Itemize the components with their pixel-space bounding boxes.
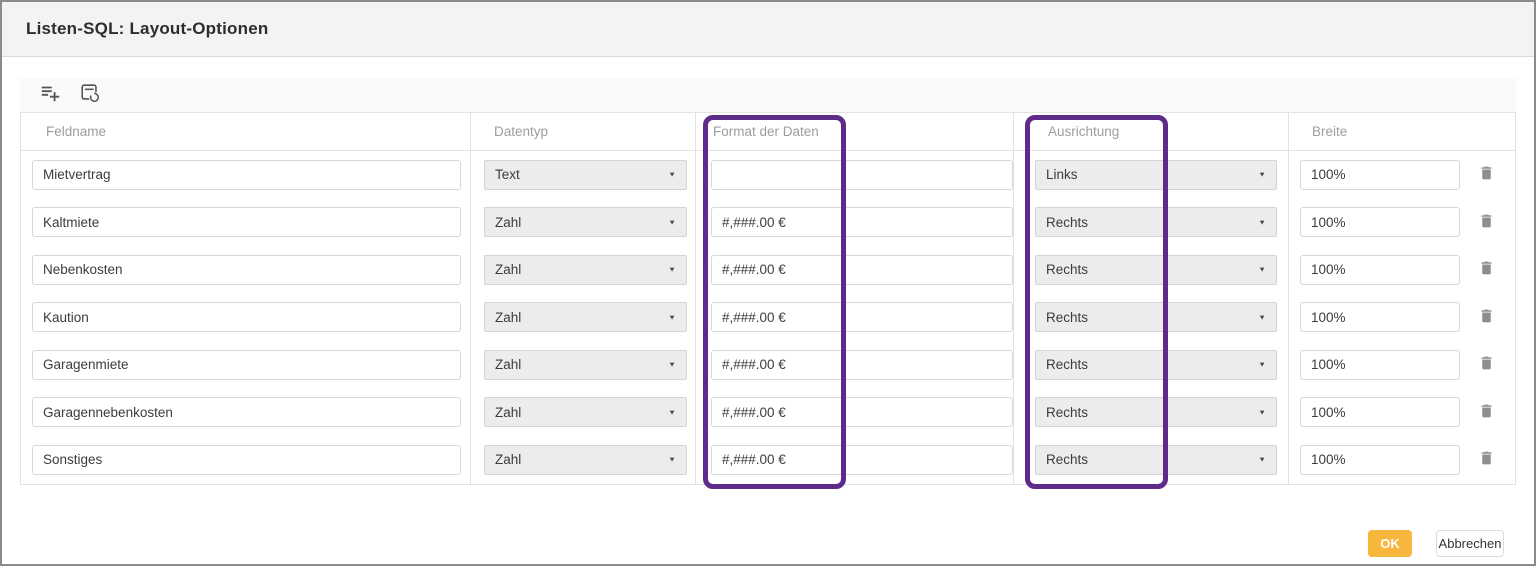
ausrichtung-select[interactable]: Rechts ▼ xyxy=(1035,302,1277,332)
layout-options-table: Feldname Datentyp Format der Daten Ausri… xyxy=(20,112,1516,485)
dialog-titlebar: Listen-SQL: Layout-Optionen xyxy=(2,2,1534,57)
table-row: Text ▼ Links ▼ xyxy=(21,151,1515,199)
datentyp-select[interactable]: Zahl ▼ xyxy=(484,350,687,380)
chevron-down-icon: ▼ xyxy=(668,266,676,274)
breite-input[interactable] xyxy=(1300,255,1460,285)
chevron-down-icon: ▼ xyxy=(668,456,676,464)
dialog-window: Listen-SQL: Layout-Optionen xyxy=(0,0,1536,566)
reset-layout-icon xyxy=(79,82,101,109)
breite-input[interactable] xyxy=(1300,445,1460,475)
column-header-format: Format der Daten xyxy=(696,113,1014,150)
feldname-input[interactable] xyxy=(32,207,461,237)
reset-layout-button[interactable] xyxy=(78,83,102,107)
table-row: Zahl ▼ Rechts ▼ xyxy=(21,341,1515,389)
ausrichtung-select[interactable]: Rechts ▼ xyxy=(1035,207,1277,237)
feldname-input[interactable] xyxy=(32,445,461,475)
delete-row-button[interactable] xyxy=(1475,210,1497,234)
datentyp-select[interactable]: Zahl ▼ xyxy=(484,302,687,332)
breite-input[interactable] xyxy=(1300,160,1460,190)
format-input[interactable] xyxy=(711,350,1013,380)
delete-row-button[interactable] xyxy=(1475,163,1497,187)
delete-row-button[interactable] xyxy=(1475,353,1497,377)
delete-row-button[interactable] xyxy=(1475,258,1497,282)
delete-row-button[interactable] xyxy=(1475,448,1497,472)
column-header-ausrichtung: Ausrichtung xyxy=(1014,113,1289,150)
table-row: Zahl ▼ Rechts ▼ xyxy=(21,294,1515,342)
trash-icon xyxy=(1478,401,1495,424)
trash-icon xyxy=(1478,306,1495,329)
chevron-down-icon: ▼ xyxy=(1258,361,1266,369)
trash-icon xyxy=(1478,163,1495,186)
table-row: Zahl ▼ Rechts ▼ xyxy=(21,246,1515,294)
chevron-down-icon: ▼ xyxy=(1258,266,1266,274)
ok-button[interactable]: OK xyxy=(1368,530,1412,557)
toolbar xyxy=(20,78,1516,112)
column-header-breite: Breite xyxy=(1289,113,1515,150)
chevron-down-icon: ▼ xyxy=(1258,456,1266,464)
feldname-input[interactable] xyxy=(32,255,461,285)
chevron-down-icon: ▼ xyxy=(668,218,676,226)
delete-row-button[interactable] xyxy=(1475,305,1497,329)
trash-icon xyxy=(1478,258,1495,281)
ausrichtung-select[interactable]: Rechts ▼ xyxy=(1035,350,1277,380)
format-input[interactable] xyxy=(711,255,1013,285)
breite-input[interactable] xyxy=(1300,350,1460,380)
chevron-down-icon: ▼ xyxy=(668,171,676,179)
feldname-input[interactable] xyxy=(32,350,461,380)
table-row: Zahl ▼ Rechts ▼ xyxy=(21,389,1515,437)
chevron-down-icon: ▼ xyxy=(1258,218,1266,226)
add-list-row-icon xyxy=(39,82,61,109)
feldname-input[interactable] xyxy=(32,302,461,332)
ausrichtung-select[interactable]: Rechts ▼ xyxy=(1035,445,1277,475)
add-list-row-button[interactable] xyxy=(38,83,62,107)
column-header-datentyp: Datentyp xyxy=(471,113,696,150)
trash-icon xyxy=(1478,211,1495,234)
format-input[interactable] xyxy=(711,302,1013,332)
table-header-row: Feldname Datentyp Format der Daten Ausri… xyxy=(21,113,1515,151)
datentyp-select[interactable]: Zahl ▼ xyxy=(484,255,687,285)
feldname-input[interactable] xyxy=(32,397,461,427)
table-body: Text ▼ Links ▼ xyxy=(21,151,1515,484)
feldname-input[interactable] xyxy=(32,160,461,190)
table-row: Zahl ▼ Rechts ▼ xyxy=(21,436,1515,484)
datentyp-select[interactable]: Zahl ▼ xyxy=(484,207,687,237)
trash-icon xyxy=(1478,448,1495,471)
trash-icon xyxy=(1478,353,1495,376)
chevron-down-icon: ▼ xyxy=(668,361,676,369)
column-header-feldname: Feldname xyxy=(21,113,471,150)
dialog-footer: OK Abbrechen xyxy=(1368,530,1504,557)
format-input[interactable] xyxy=(711,397,1013,427)
format-input[interactable] xyxy=(711,160,1013,190)
breite-input[interactable] xyxy=(1300,397,1460,427)
chevron-down-icon: ▼ xyxy=(1258,313,1266,321)
datentyp-select[interactable]: Text ▼ xyxy=(484,160,687,190)
ausrichtung-select[interactable]: Links ▼ xyxy=(1035,160,1277,190)
datentyp-select[interactable]: Zahl ▼ xyxy=(484,397,687,427)
delete-row-button[interactable] xyxy=(1475,400,1497,424)
chevron-down-icon: ▼ xyxy=(1258,171,1266,179)
format-input[interactable] xyxy=(711,445,1013,475)
chevron-down-icon: ▼ xyxy=(668,313,676,321)
dialog-title: Listen-SQL: Layout-Optionen xyxy=(26,19,268,39)
chevron-down-icon: ▼ xyxy=(668,408,676,416)
ausrichtung-select[interactable]: Rechts ▼ xyxy=(1035,397,1277,427)
datentyp-select[interactable]: Zahl ▼ xyxy=(484,445,687,475)
chevron-down-icon: ▼ xyxy=(1258,408,1266,416)
breite-input[interactable] xyxy=(1300,207,1460,237)
format-input[interactable] xyxy=(711,207,1013,237)
breite-input[interactable] xyxy=(1300,302,1460,332)
ausrichtung-select[interactable]: Rechts ▼ xyxy=(1035,255,1277,285)
cancel-button[interactable]: Abbrechen xyxy=(1436,530,1504,557)
table-row: Zahl ▼ Rechts ▼ xyxy=(21,199,1515,247)
